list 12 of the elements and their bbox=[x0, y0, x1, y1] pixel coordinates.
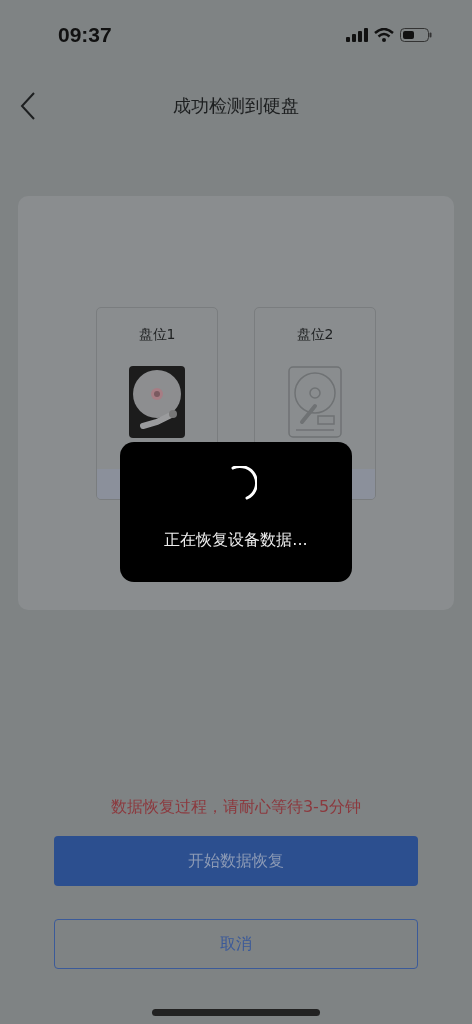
start-recovery-button[interactable]: 开始数据恢复 bbox=[54, 836, 418, 886]
loading-spinner-icon bbox=[231, 466, 257, 500]
toast-message: 正在恢复设备数据... bbox=[164, 530, 308, 551]
status-time: 09:37 bbox=[58, 23, 112, 47]
back-icon[interactable] bbox=[20, 92, 36, 120]
battery-icon bbox=[400, 28, 432, 42]
slot-label: 盘位1 bbox=[138, 326, 176, 344]
warning-text: 数据恢复过程，请耐心等待3-5分钟 bbox=[110, 797, 362, 818]
slot-label: 盘位2 bbox=[296, 326, 334, 344]
page-title: 成功检测到硬盘 bbox=[173, 94, 299, 118]
wifi-icon bbox=[374, 28, 394, 42]
signal-icon bbox=[346, 28, 368, 42]
